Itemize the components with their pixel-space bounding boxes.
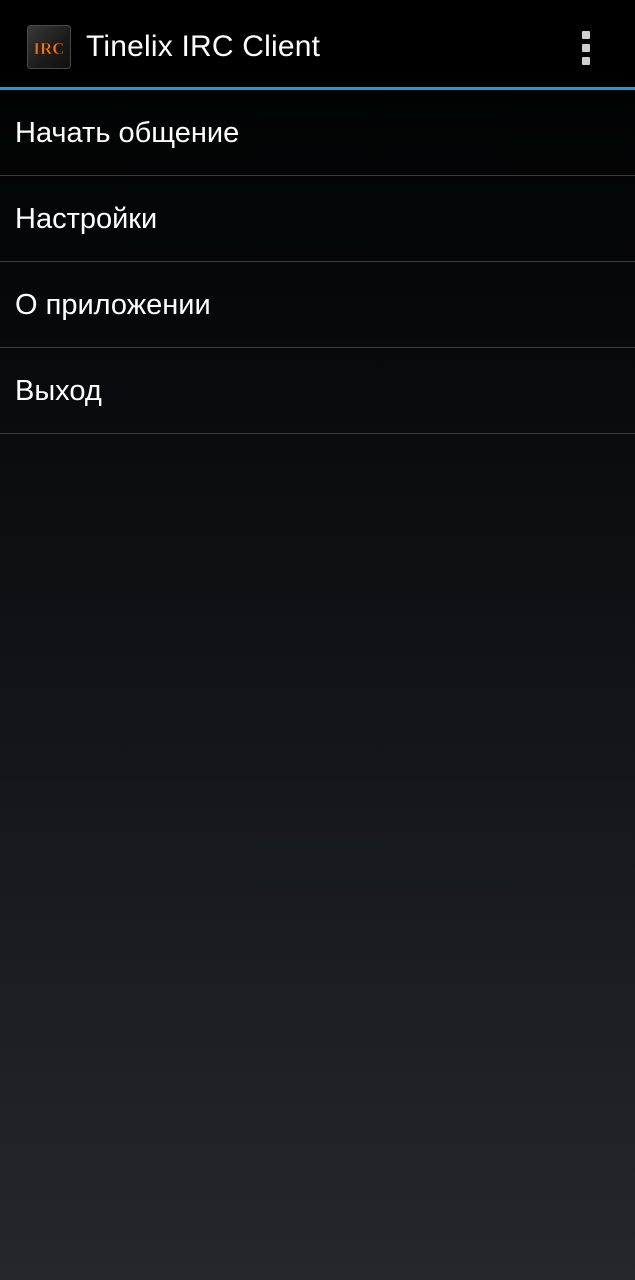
main-menu-list: Начать общение Настройки О приложении Вы…	[0, 90, 635, 434]
menu-item-exit[interactable]: Выход	[0, 348, 635, 434]
menu-item-label: Начать общение	[15, 116, 240, 149]
more-vert-icon-dot	[582, 57, 590, 65]
overflow-menu-button[interactable]	[566, 22, 606, 74]
irc-logo-graphic: IRC	[33, 39, 65, 59]
menu-item-about[interactable]: О приложении	[0, 262, 635, 348]
more-vert-icon-dot	[582, 44, 590, 52]
menu-item-label: Настройки	[15, 202, 158, 235]
menu-item-label: О приложении	[15, 288, 211, 321]
menu-item-label: Выход	[15, 374, 102, 407]
more-vert-icon-dot	[582, 31, 590, 39]
irc-logo-text: IRC	[33, 39, 64, 58]
app-title: Tinelix IRC Client	[86, 30, 321, 63]
action-bar: IRC Tinelix IRC Client	[0, 0, 635, 88]
menu-item-start-chat[interactable]: Начать общение	[0, 90, 635, 176]
irc-logo-icon[interactable]: IRC	[27, 25, 71, 69]
menu-item-settings[interactable]: Настройки	[0, 176, 635, 262]
